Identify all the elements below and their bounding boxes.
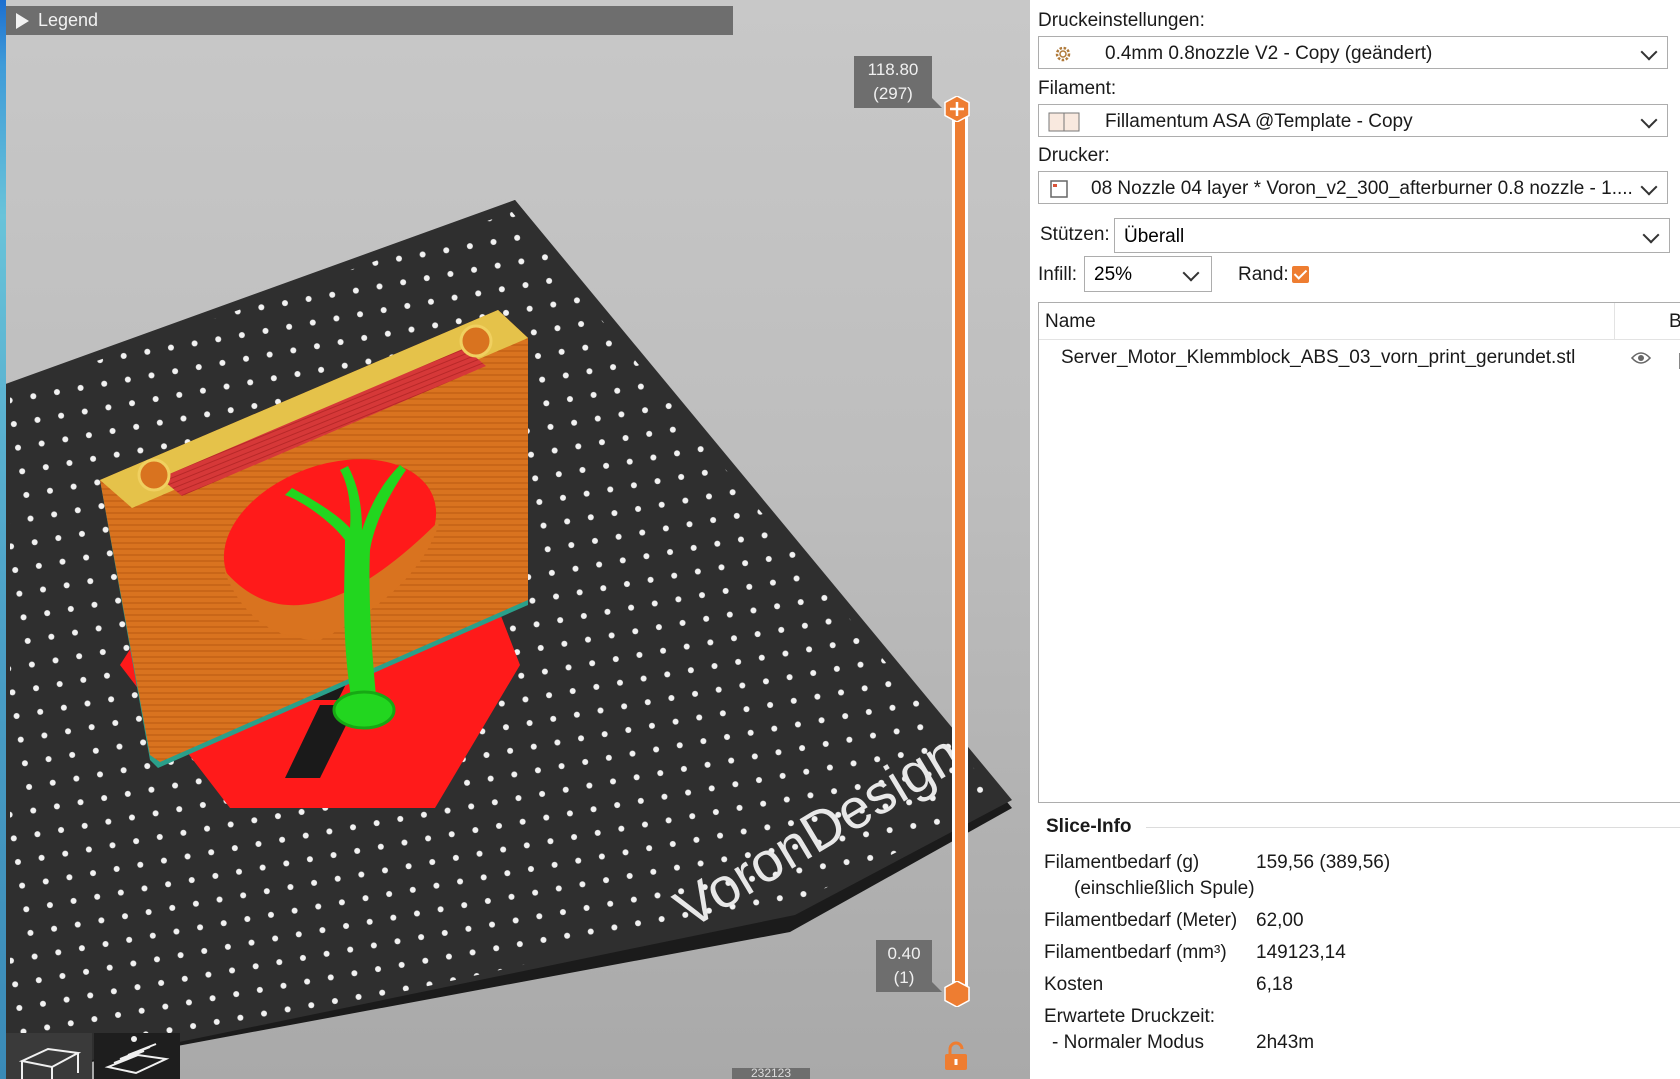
print-settings-value: 0.4mm 0.8nozzle V2 - Copy (geändert) [1105,43,1433,64]
cost-label: Kosten [1044,974,1104,995]
brim-checkbox[interactable] [1292,266,1309,283]
filament-mm3-value: 149123,14 [1256,942,1346,963]
bottom-layer-height: 0.40 [887,944,921,963]
layer-slider-track[interactable] [952,108,968,994]
printer-combo[interactable]: 08 Nozzle 04 layer * Voron_v2_300_afterb… [1038,171,1668,204]
filament-m-label: Filamentbedarf (Meter) [1044,910,1238,931]
print-settings-combo[interactable]: 0.4mm 0.8nozzle V2 - Copy (geändert) [1038,36,1668,69]
layer-slider-top-handle[interactable] [944,96,970,122]
infill-combo[interactable]: 25% [1084,256,1212,292]
object-list-header: Name B [1039,303,1680,340]
printer-label: Drucker: [1038,145,1110,166]
column-header-b[interactable]: B [1669,311,1680,333]
normal-mode-value: 2h43m [1256,1032,1315,1053]
settings-sidebar: Druckeinstellungen: 0.4mm 0.8nozzle V2 -… [1030,0,1680,1079]
filament-m-value: 62,00 [1256,910,1304,931]
chevron-down-icon [1640,43,1658,61]
print-time-label: Erwartete Druckzeit: [1044,1006,1216,1027]
divider [1146,827,1680,828]
bottom-counter: 232123 [732,1068,810,1079]
view-layers-button[interactable] [94,1033,180,1079]
layers-icon [104,1036,170,1075]
plater-scene[interactable]: VoronDesign [0,0,1030,1079]
brim-label: Rand: [1238,264,1289,285]
printer-value: 08 Nozzle 04 layer * Voron_v2_300_afterb… [1091,178,1633,199]
chevron-down-icon [1182,264,1200,282]
gear-icon [1055,46,1071,62]
normal-mode-label: - Normaler Modus [1052,1032,1205,1053]
chevron-down-icon [1640,111,1658,129]
filament-g-value: 159,56 (389,56) [1256,852,1391,873]
filament-value: Fillamentum ASA @Template - Copy [1105,111,1413,132]
infill-label: Infill: [1038,264,1078,285]
infill-value: 25% [1094,264,1133,285]
view-3d-button[interactable] [6,1033,92,1079]
layer-label-top: 118.80 (297) [854,56,942,108]
printer-icon [1050,180,1068,198]
support-base [332,690,396,730]
cube-icon [18,1047,82,1079]
cost-value: 6,18 [1256,974,1293,995]
slice-info-panel: Slice-Info Filamentbedarf (g) 159,56 (38… [1038,810,1680,1079]
chevron-down-icon [1640,178,1658,196]
layer-slider-bottom-handle[interactable] [944,981,970,1007]
3d-viewport[interactable]: VoronDesign Legend 118.80 (297) 0.40 (1)… [0,0,1030,1079]
filament-color-swatch-icon [1048,112,1080,132]
filament-g-sublabel: (einschließlich Spule) [1074,878,1255,899]
eye-icon[interactable] [1631,351,1651,365]
list-item[interactable]: Server_Motor_Klemmblock_ABS_03_vorn_prin… [1039,343,1680,377]
bottom-layer-number: (1) [893,968,915,987]
filament-mm3-label: Filamentbedarf (mm³) [1044,942,1227,963]
supports-value: Überall [1124,226,1185,247]
filament-label: Filament: [1038,78,1117,99]
filament-combo[interactable]: Fillamentum ASA @Template - Copy [1038,104,1668,137]
view-mode-buttons [6,1033,180,1079]
object-list[interactable]: Name B Server_Motor_Klemmblock_ABS_03_vo… [1038,302,1680,803]
top-layer-height: 118.80 [867,60,919,79]
unlock-icon[interactable] [942,1040,970,1072]
object-name: Server_Motor_Klemmblock_ABS_03_vorn_prin… [1061,347,1576,368]
print-settings-label: Druckeinstellungen: [1038,10,1205,31]
legend-toggle[interactable]: Legend [6,6,733,35]
layer-label-bottom: 0.40 (1) [876,940,942,992]
legend-label: Legend [38,10,99,30]
model-top-hole [459,324,493,358]
filament-g-label: Filamentbedarf (g) [1044,852,1200,873]
slice-info-title: Slice-Info [1046,816,1132,837]
expand-triangle-icon [16,13,29,29]
supports-label: Stützen: [1040,224,1110,245]
supports-combo[interactable]: Überall [1114,218,1670,253]
column-divider [1614,303,1615,339]
model-top-hole [137,458,171,492]
column-header-name[interactable]: Name [1045,311,1096,333]
top-layer-number: (297) [873,84,913,103]
window-edge [0,0,6,1079]
chevron-down-icon [1642,226,1660,244]
